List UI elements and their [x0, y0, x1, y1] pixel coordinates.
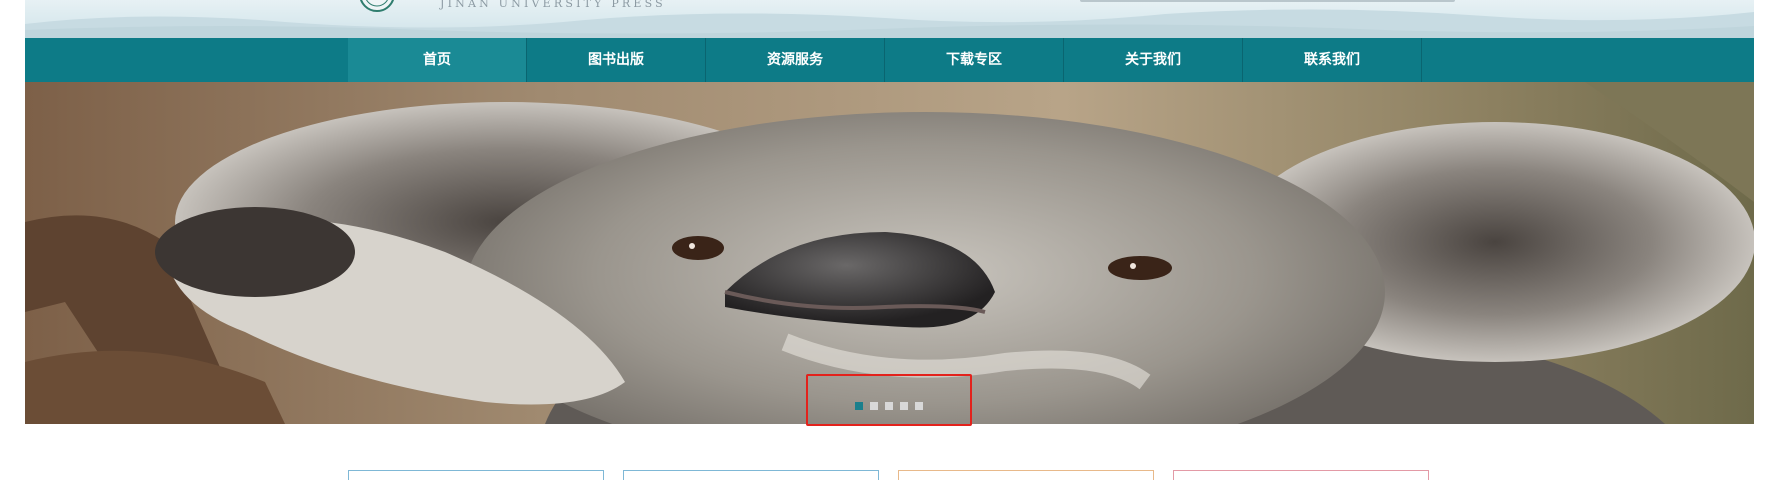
logo-text[interactable]: JINAN UNIVERSITY PRESS [440, 0, 666, 10]
carousel-indicator-highlight [806, 374, 972, 426]
feature-card-1[interactable] [348, 470, 604, 480]
carousel-dot-3[interactable] [885, 402, 893, 410]
carousel-dots [855, 402, 923, 410]
nav-items: 首页 图书出版 资源服务 下载专区 关于我们 联系我们 [348, 38, 1422, 82]
feature-card-4[interactable] [1173, 470, 1429, 480]
nav-item-resource-services[interactable]: 资源服务 [706, 38, 885, 82]
nav-item-about-us[interactable]: 关于我们 [1064, 38, 1243, 82]
carousel-dot-4[interactable] [900, 402, 908, 410]
feature-card-2[interactable] [623, 470, 879, 480]
carousel-dot-2[interactable] [870, 402, 878, 410]
site-header: JINAN UNIVERSITY PRESS [25, 0, 1754, 38]
nav-item-home[interactable]: 首页 [348, 38, 527, 82]
koala-banner-image [25, 82, 1754, 424]
page: JINAN UNIVERSITY PRESS 首页 图书出版 资源服务 下载专区… [0, 0, 1765, 480]
carousel-dot-1[interactable] [855, 402, 863, 410]
feature-card-3[interactable] [898, 470, 1154, 480]
nav-item-contact-us[interactable]: 联系我们 [1243, 38, 1422, 82]
main-nav: 首页 图书出版 资源服务 下载专区 关于我们 联系我们 [25, 38, 1754, 84]
header-search-bar[interactable] [1080, 0, 1455, 2]
nav-item-downloads[interactable]: 下载专区 [885, 38, 1064, 82]
nav-item-book-publishing[interactable]: 图书出版 [527, 38, 706, 82]
university-seal-logo[interactable] [355, 0, 399, 12]
header-background [25, 9, 1754, 38]
carousel-dot-5[interactable] [915, 402, 923, 410]
banner-carousel[interactable] [25, 82, 1754, 424]
